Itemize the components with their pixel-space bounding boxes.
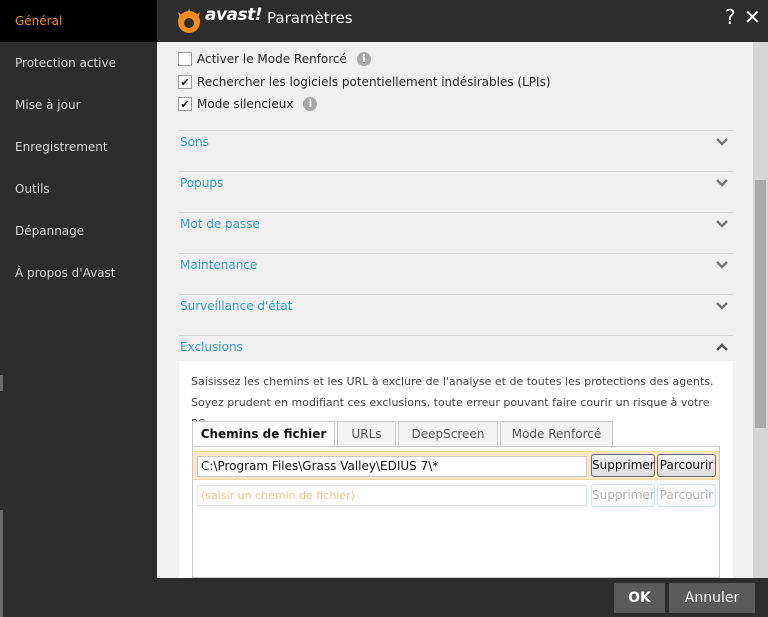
remove-button: Supprimer: [591, 484, 655, 507]
exclusions-panel: Saisissez les chemins et les URL à exclu…: [179, 361, 733, 578]
chevron-up-icon: [716, 343, 728, 351]
info-icon[interactable]: i: [356, 52, 371, 66]
scrollbar-thumb[interactable]: [755, 180, 766, 428]
list-item: C:\Program Files\Grass Valley\EDIUS 7\* …: [193, 451, 719, 480]
browse-button[interactable]: Parcourir: [657, 454, 716, 477]
info-icon[interactable]: i: [303, 97, 318, 111]
settings-content: Activer le Mode Renforcé i ✔ Rechercher …: [157, 42, 753, 578]
close-button[interactable]: ✕: [744, 5, 761, 29]
sidebar-item-protection-active[interactable]: Protection active: [0, 42, 157, 84]
footer: OK Annuler: [157, 578, 768, 617]
chevron-down-icon: [716, 261, 728, 269]
section-label: Exclusions: [180, 340, 243, 354]
tab-urls[interactable]: URLs: [337, 421, 396, 447]
section-label: Popups: [180, 176, 224, 190]
option-label: Mode silencieux: [197, 97, 294, 111]
chevron-down-icon: [716, 302, 728, 310]
checkbox[interactable]: ✔: [178, 97, 192, 111]
list-item: (saisir un chemin de fichier) Supprimer …: [193, 482, 719, 511]
chevron-down-icon: [716, 179, 728, 187]
section-exclusions[interactable]: Exclusions: [179, 335, 733, 361]
section-label: Maintenance: [180, 258, 258, 272]
tab-deepscreen[interactable]: DeepScreen: [398, 421, 498, 447]
option-lpis: ✔ Rechercher les logiciels potentielleme…: [178, 73, 551, 91]
checkbox[interactable]: ✔: [178, 75, 192, 89]
path-field[interactable]: C:\Program Files\Grass Valley\EDIUS 7\*: [197, 456, 587, 477]
sidebar: Général Protection active Mise à jour En…: [0, 0, 157, 617]
chevron-down-icon: [716, 220, 728, 228]
page-title: Paramètres: [267, 9, 353, 27]
section-label: Surveillance d'état: [180, 299, 293, 313]
section-sons[interactable]: Sons: [179, 130, 733, 170]
tab-chemins-de-fichier[interactable]: Chemins de fichier: [192, 421, 335, 447]
window-edge: [0, 375, 3, 391]
cancel-button[interactable]: Annuler: [669, 583, 755, 613]
option-mode-renforce: Activer le Mode Renforcé i: [178, 50, 371, 68]
option-mode-silencieux: ✔ Mode silencieux i: [178, 95, 318, 113]
logo-text: avast!: [205, 5, 263, 25]
tab-mode-renforce[interactable]: Mode Renforcé: [500, 421, 613, 447]
section-popups[interactable]: Popups: [179, 171, 733, 211]
ok-button[interactable]: OK: [614, 583, 665, 613]
sidebar-item-enregistrement[interactable]: Enregistrement: [0, 126, 157, 168]
section-mot-de-passe[interactable]: Mot de passe: [179, 212, 733, 252]
option-label: Rechercher les logiciels potentiellement…: [197, 75, 551, 89]
remove-button[interactable]: Supprimer: [591, 454, 655, 477]
checkbox[interactable]: [178, 52, 192, 66]
sidebar-item-general[interactable]: Général: [0, 0, 157, 42]
sidebar-item-mise-a-jour[interactable]: Mise à jour: [0, 84, 157, 126]
sidebar-item-a-propos[interactable]: À propos d'Avast: [0, 252, 157, 294]
sidebar-item-outils[interactable]: Outils: [0, 168, 157, 210]
scrollbar[interactable]: [753, 42, 768, 578]
sidebar-item-depannage[interactable]: Dépannage: [0, 210, 157, 252]
new-path-field[interactable]: (saisir un chemin de fichier): [197, 485, 587, 506]
title-bar: avast! Paramètres ? ✕: [157, 0, 768, 42]
help-button[interactable]: ?: [725, 5, 736, 29]
chevron-down-icon: [716, 138, 728, 146]
section-surveillance[interactable]: Surveillance d'état: [179, 294, 733, 334]
file-paths-list: C:\Program Files\Grass Valley\EDIUS 7\* …: [192, 446, 720, 578]
section-label: Mot de passe: [180, 217, 260, 231]
browse-button: Parcourir: [657, 484, 716, 507]
window-edge: [0, 510, 3, 617]
option-label: Activer le Mode Renforcé: [197, 52, 347, 66]
section-label: Sons: [180, 135, 209, 149]
avast-logo-icon: [178, 8, 200, 33]
section-maintenance[interactable]: Maintenance: [179, 253, 733, 293]
